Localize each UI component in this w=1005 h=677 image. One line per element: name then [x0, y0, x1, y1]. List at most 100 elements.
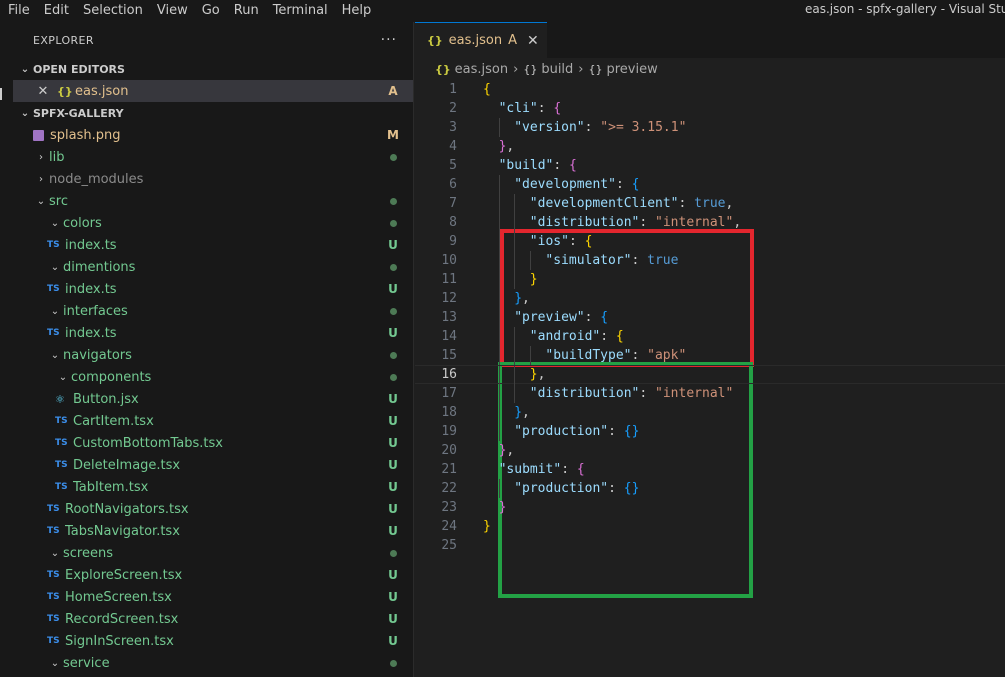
code-token: ,	[733, 215, 742, 230]
code-line[interactable]: 4},	[415, 137, 1005, 156]
file-item[interactable]: TS TabsNavigator.tsx U	[13, 520, 413, 542]
folder-item[interactable]: ⌄ navigators	[13, 344, 413, 366]
code-line[interactable]: 24}	[415, 517, 1005, 536]
folder-item[interactable]: › node_modules	[13, 168, 413, 190]
code-line[interactable]: 7 "developmentClient": true,	[415, 194, 1005, 213]
open-editor-name: eas.json	[75, 83, 129, 99]
code-line[interactable]: 3 "version": ">= 3.15.1"	[415, 118, 1005, 137]
code-token: "distribution"	[529, 386, 640, 401]
code-line[interactable]: 21 "submit": {	[415, 460, 1005, 479]
breadcrumb-file[interactable]: eas.json	[455, 62, 508, 77]
code-line[interactable]: 8 "distribution": "internal",	[415, 213, 1005, 232]
line-number: 9	[449, 234, 457, 249]
file-item[interactable]: TS RootNavigators.tsx U	[13, 498, 413, 520]
code-line[interactable]: 6 "development": {	[415, 175, 1005, 194]
code-content: },	[514, 291, 530, 306]
code-token: "version"	[514, 120, 585, 135]
code-token: "buildType"	[545, 348, 632, 363]
file-item[interactable]: TS CustomBottomTabs.tsx U	[13, 432, 413, 454]
breadcrumb-preview[interactable]: preview	[607, 62, 658, 77]
indent-guide	[498, 403, 500, 422]
file-item[interactable]: TS HomeScreen.tsx U	[13, 586, 413, 608]
code-line[interactable]: 13 "preview": {	[415, 308, 1005, 327]
code-token: :	[678, 196, 695, 211]
menu-help[interactable]: Help	[335, 2, 379, 20]
line-number: 20	[441, 443, 457, 458]
code-line[interactable]: 23}	[415, 498, 1005, 517]
code-token: :	[615, 177, 632, 192]
code-line[interactable]: 9 "ios": {	[415, 232, 1005, 251]
folder-item[interactable]: ⌄ src	[13, 190, 413, 212]
tree-item-label: index.ts	[65, 281, 117, 297]
file-item[interactable]: TS CartItem.tsx U	[13, 410, 413, 432]
ellipsis-icon[interactable]: ···	[381, 32, 397, 48]
code-content: },	[514, 405, 530, 420]
folder-item[interactable]: ⌄ dimentions	[13, 256, 413, 278]
file-tree: splash.png M › lib › node_modules ⌄ src ⌄ colors T…	[13, 124, 413, 674]
file-item[interactable]: TS TabItem.tsx U	[13, 476, 413, 498]
status-dot-icon	[389, 308, 397, 315]
code-line[interactable]: 10 "simulator": true	[415, 251, 1005, 270]
menu-edit[interactable]: Edit	[37, 2, 76, 20]
git-dot-icon	[385, 370, 401, 384]
file-item[interactable]: TS RecordScreen.tsx U	[13, 608, 413, 630]
menu-selection[interactable]: Selection	[76, 2, 150, 20]
line-number: 18	[441, 405, 457, 420]
code-line[interactable]: 5 "build": {	[415, 156, 1005, 175]
menu-file[interactable]: File	[0, 2, 37, 20]
indent-guide	[498, 327, 500, 346]
close-icon[interactable]: ✕	[35, 84, 51, 99]
code-line[interactable]: 14 "android": {	[415, 327, 1005, 346]
menu-items: File Edit Selection View Go Run Terminal Help	[0, 2, 378, 20]
tab-eas-json[interactable]: {} eas.json A ✕	[415, 22, 547, 58]
object-icon: {}	[523, 62, 538, 76]
file-item[interactable]: TS index.ts U	[13, 322, 413, 344]
file-item[interactable]: TS index.ts U	[13, 234, 413, 256]
folder-item[interactable]: ⌄ service	[13, 652, 413, 674]
code-line[interactable]: 25	[415, 536, 1005, 555]
file-item[interactable]: ⚛ Button.jsx U	[13, 388, 413, 410]
folder-item[interactable]: ⌄ colors	[13, 212, 413, 234]
folder-item[interactable]: ⌄ screens	[13, 542, 413, 564]
code-token: {}	[623, 424, 640, 439]
explorer-sidebar: EXPLORER ··· ⌄ OPEN EDITORS ✕ {} eas.jso…	[13, 22, 414, 677]
file-item[interactable]: splash.png M	[13, 124, 413, 146]
open-editor-eas-json[interactable]: ✕ {} eas.json A	[13, 80, 413, 102]
close-icon[interactable]: ✕	[527, 33, 539, 49]
menu-run[interactable]: Run	[227, 2, 266, 20]
code-editor[interactable]: 1{2 "cli": {3 "version": ">= 3.15.1" 4}, 5 "b…	[415, 80, 1005, 598]
code-line[interactable]: 2 "cli": {	[415, 99, 1005, 118]
code-line[interactable]: 1{	[415, 80, 1005, 99]
code-line[interactable]: 17 "distribution": "internal"	[415, 384, 1005, 403]
menu-terminal[interactable]: Terminal	[266, 2, 335, 20]
line-number: 7	[449, 196, 457, 211]
code-line[interactable]: 18},	[415, 403, 1005, 422]
folder-item[interactable]: ⌄ components	[13, 366, 413, 388]
open-editors-header[interactable]: ⌄ OPEN EDITORS	[13, 58, 413, 80]
code-content: "version": ">= 3.15.1"	[514, 120, 686, 135]
breadcrumb-build[interactable]: build	[541, 62, 573, 77]
code-line[interactable]: 22 "production": {}	[415, 479, 1005, 498]
folder-item[interactable]: › lib	[13, 146, 413, 168]
workspace-header[interactable]: ⌄ SPFX-GALLERY	[13, 102, 413, 124]
code-content: "android": {	[530, 329, 624, 344]
file-item[interactable]: TS ExploreScreen.tsx U	[13, 564, 413, 586]
explorer-header: EXPLORER ···	[13, 22, 413, 58]
file-item[interactable]: TS DeleteImage.tsx U	[13, 454, 413, 476]
code-line[interactable]: 11}	[415, 270, 1005, 289]
code-line[interactable]: 12},	[415, 289, 1005, 308]
code-content: "simulator": true	[545, 253, 678, 268]
code-line[interactable]: 20},	[415, 441, 1005, 460]
code-line[interactable]: 15 "buildType": "apk"	[415, 346, 1005, 365]
code-line[interactable]: 16},	[415, 365, 1005, 385]
file-item[interactable]: TS SignInScreen.tsx U	[13, 630, 413, 652]
chevron-down-icon: ⌄	[20, 63, 30, 75]
folder-item[interactable]: ⌄ interfaces	[13, 300, 413, 322]
code-line[interactable]: 19 "production": {}	[415, 422, 1005, 441]
menu-go[interactable]: Go	[195, 2, 227, 20]
code-token: ,	[522, 405, 530, 420]
code-token: :	[568, 234, 585, 249]
menu-view[interactable]: View	[150, 2, 195, 20]
file-item[interactable]: TS index.ts U	[13, 278, 413, 300]
workspace-label: SPFX-GALLERY	[33, 106, 124, 120]
